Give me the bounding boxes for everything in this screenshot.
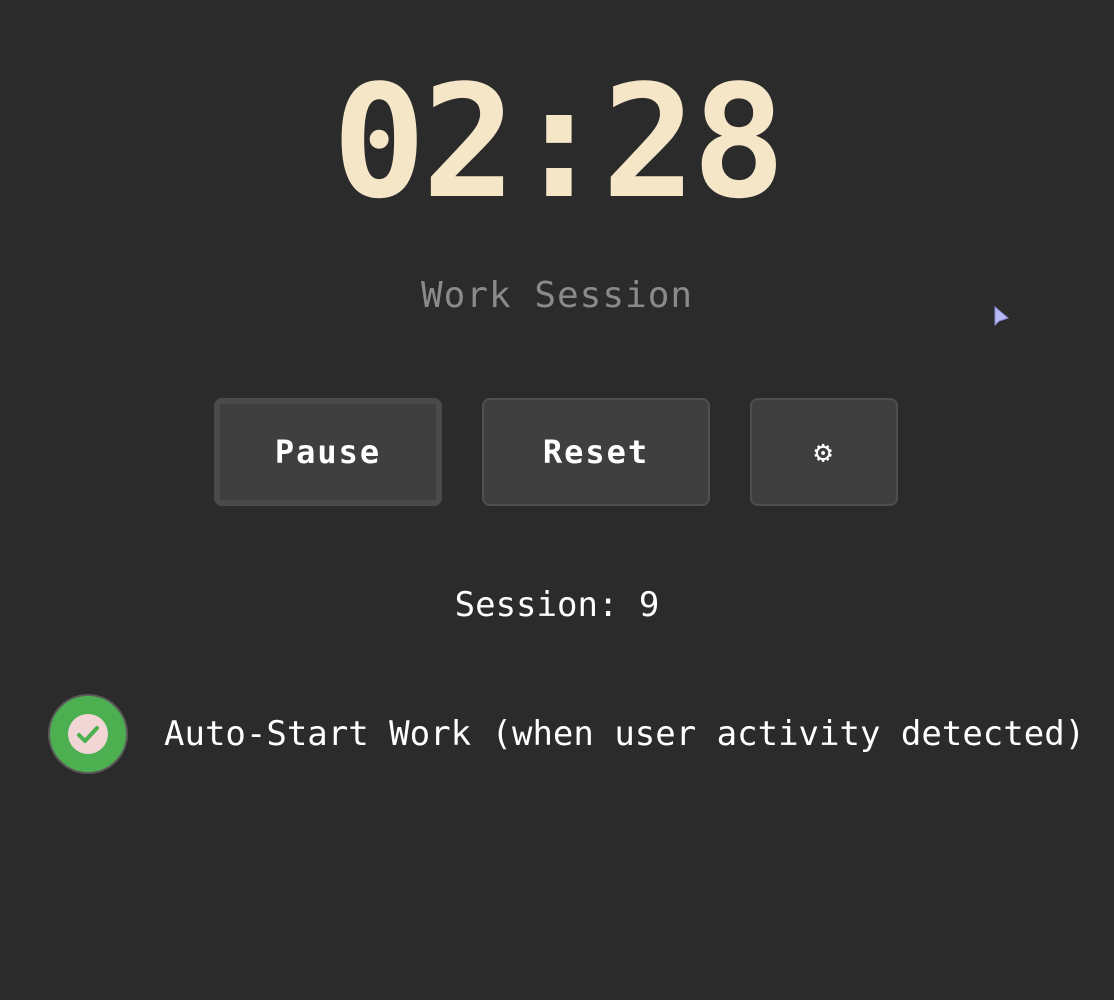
auto-start-row: Auto-Start Work (when user activity dete…	[48, 694, 1085, 774]
auto-start-toggle[interactable]	[48, 694, 128, 774]
gear-icon: ⚙	[813, 434, 835, 470]
toggle-knob	[68, 714, 108, 754]
pause-button[interactable]: Pause	[214, 398, 442, 506]
reset-button[interactable]: Reset	[482, 398, 710, 506]
check-icon	[77, 726, 99, 743]
session-type-label: Work Session	[420, 275, 694, 316]
auto-start-label: Auto-Start Work (when user activity dete…	[164, 714, 1086, 754]
session-counter: Session: 9	[454, 585, 660, 625]
settings-button[interactable]: ⚙	[750, 398, 898, 506]
mouse-cursor-icon	[994, 306, 1010, 327]
timer-display: 02:28	[332, 51, 786, 233]
